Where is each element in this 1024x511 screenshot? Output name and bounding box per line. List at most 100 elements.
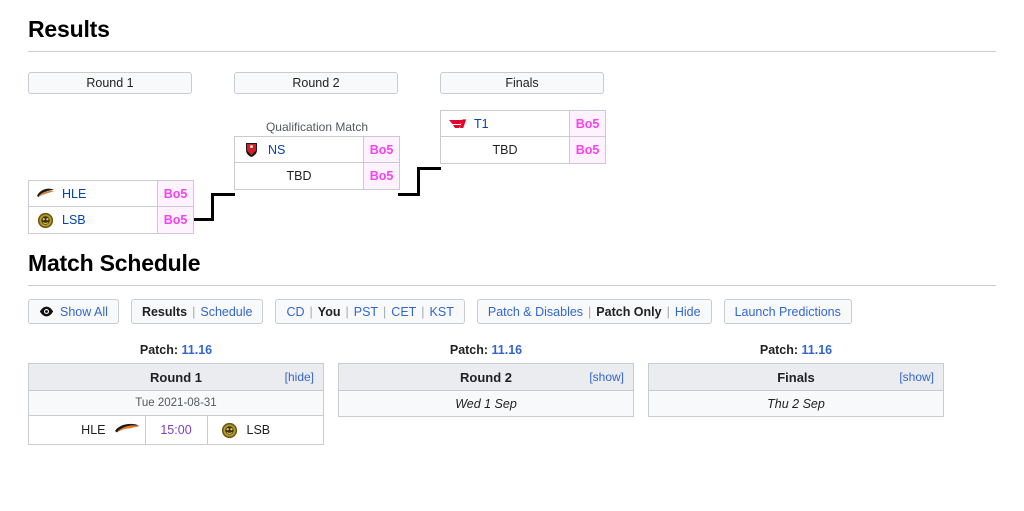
schedule-card-round-2: Patch: 11.16 Round 2 [show] Wed 1 Sep [338, 343, 634, 445]
schedule-table: Round 1 [hide] Tue 2021-08-31 HLE 15:00 … [28, 363, 324, 445]
timezone-selector[interactable]: CD | You | PST | CET | KST [275, 299, 465, 324]
patch-version[interactable]: 11.16 [182, 343, 213, 357]
show-toggle-link[interactable]: [show] [589, 370, 624, 384]
separator: | [666, 304, 670, 319]
patch-label: Patch: [759, 343, 799, 357]
round-header-label: Round 1 [86, 76, 134, 90]
schedule-match-row[interactable]: HLE 15:00 LSB [29, 416, 323, 444]
schedule-card-title: Finals [777, 369, 815, 385]
bracket-connector-r2-in [417, 167, 441, 170]
team-name: TBD [492, 143, 518, 157]
qualification-match-label: Qualification Match [265, 120, 369, 134]
bracket-team-row[interactable]: LSB Bo5 [29, 207, 193, 233]
patch-label: Patch: [449, 343, 489, 357]
bracket-match-round-2[interactable]: NS Bo5 TBD Bo5 [234, 136, 400, 190]
bracket-team-row[interactable]: TBD Bo5 [441, 137, 605, 163]
bracket-match-finals[interactable]: T1 Bo5 TBD Bo5 [440, 110, 606, 164]
team-name: NS [268, 142, 286, 157]
team-name: LSB [246, 423, 271, 437]
bracket-series-format: Bo5 [364, 163, 399, 189]
hide-toggle-link[interactable]: [hide] [285, 370, 314, 384]
schedule-card-header: Finals [show] [649, 364, 943, 391]
bracket-series-format: Bo5 [158, 207, 193, 233]
separator: | [383, 304, 387, 319]
results-schedule-page: Results Round 1 Round 2 Finals HLE Bo5 L… [0, 18, 1024, 511]
schedule-date: Wed 1 Sep [339, 391, 633, 416]
schedule-date: Tue 2021-08-31 [29, 391, 323, 416]
timezone-option-you[interactable]: You [318, 305, 341, 319]
patch-line: Patch: 11.16 [28, 343, 324, 357]
show-all-label: Show All [60, 304, 108, 319]
view-mode-schedule[interactable]: Schedule [200, 305, 252, 319]
timezone-option-cd[interactable]: CD [286, 305, 304, 319]
view-mode-toggle[interactable]: Results | Schedule [130, 299, 264, 324]
patch-label: Patch: [139, 343, 179, 357]
team-name: HLE [62, 186, 87, 201]
schedule-right-team: LSB [208, 416, 324, 444]
show-toggle-link[interactable]: [show] [899, 370, 934, 384]
schedule-card-title: Round 2 [460, 369, 512, 385]
patch-option-patch-and-disables[interactable]: Patch & Disables [488, 305, 583, 319]
bracket-round-header-finals[interactable]: Finals [440, 72, 604, 94]
bracket-team-cell: NS [235, 137, 364, 162]
results-divider [28, 51, 996, 52]
timezone-option-pst[interactable]: PST [354, 305, 378, 319]
hle-logo [114, 421, 139, 440]
bracket-series-format: Bo5 [158, 181, 193, 206]
match-time[interactable]: 15:00 [146, 416, 208, 444]
bracket-team-cell: HLE [29, 181, 158, 206]
schedule-date: Thu 2 Sep [649, 391, 943, 416]
bracket-team-row[interactable]: NS Bo5 [235, 137, 399, 163]
separator: | [421, 304, 425, 319]
team-name: T1 [474, 116, 489, 131]
bracket-connector-r1-in [211, 193, 235, 196]
match-schedule-divider [28, 285, 996, 286]
team-name: TBD [286, 169, 312, 183]
bracket-round-header-round-2[interactable]: Round 2 [234, 72, 398, 94]
bracket-series-format: Bo5 [364, 137, 399, 162]
round-header-label: Round 2 [292, 76, 340, 90]
patch-version[interactable]: 11.16 [492, 343, 523, 357]
bracket-team-cell: T1 [441, 111, 570, 136]
bracket-team-row[interactable]: T1 Bo5 [441, 111, 605, 137]
bracket-team-cell: TBD [235, 163, 364, 189]
match-schedule-heading: Match Schedule [28, 250, 201, 276]
team-name: LSB [62, 213, 86, 227]
schedule-card-finals: Patch: 11.16 Finals [show] Thu 2 Sep [648, 343, 944, 445]
separator: | [588, 304, 592, 319]
t1-logo [448, 114, 467, 133]
bracket-team-row[interactable]: TBD Bo5 [235, 163, 399, 189]
patch-display-selector[interactable]: Patch & Disables | Patch Only | Hide [476, 299, 712, 324]
patch-option-patch-only[interactable]: Patch Only [596, 305, 661, 319]
schedule-cards: Patch: 11.16 Round 1 [hide] Tue 2021-08-… [28, 343, 996, 445]
separator: | [192, 304, 196, 319]
bracket-round-header-round-1[interactable]: Round 1 [28, 72, 192, 94]
bracket-team-cell: TBD [441, 137, 570, 163]
bracket-team-row[interactable]: HLE Bo5 [29, 181, 193, 207]
timezone-option-kst[interactable]: KST [430, 305, 454, 319]
timezone-option-cet[interactable]: CET [391, 305, 416, 319]
lsb-logo [220, 421, 239, 440]
tournament-bracket: Round 1 Round 2 Finals HLE Bo5 LSB Bo5 Q… [28, 64, 996, 244]
hle-logo [36, 184, 55, 203]
separator: | [345, 304, 349, 319]
bracket-connector-r2-vert [417, 167, 420, 196]
launch-predictions-label: Launch Predictions [734, 304, 841, 319]
patch-line: Patch: 11.16 [648, 343, 944, 357]
schedule-table: Finals [show] Thu 2 Sep [648, 363, 944, 417]
bracket-match-round-1[interactable]: HLE Bo5 LSB Bo5 [28, 180, 194, 234]
patch-line: Patch: 11.16 [338, 343, 634, 357]
launch-predictions-button[interactable]: Launch Predictions [723, 299, 852, 324]
eye-icon [39, 306, 54, 317]
view-mode-results[interactable]: Results [142, 305, 187, 319]
schedule-card-round-1: Patch: 11.16 Round 1 [hide] Tue 2021-08-… [28, 343, 324, 445]
separator: | [309, 304, 313, 319]
patch-option-hide[interactable]: Hide [675, 305, 701, 319]
schedule-card-title: Round 1 [150, 369, 202, 385]
schedule-filter-bar: Show All Results | Schedule CD | You | P… [28, 299, 996, 324]
schedule-card-header: Round 2 [show] [339, 364, 633, 391]
patch-version[interactable]: 11.16 [802, 343, 833, 357]
results-heading: Results [28, 16, 110, 42]
ns-logo [242, 140, 261, 159]
show-all-button[interactable]: Show All [28, 299, 119, 324]
